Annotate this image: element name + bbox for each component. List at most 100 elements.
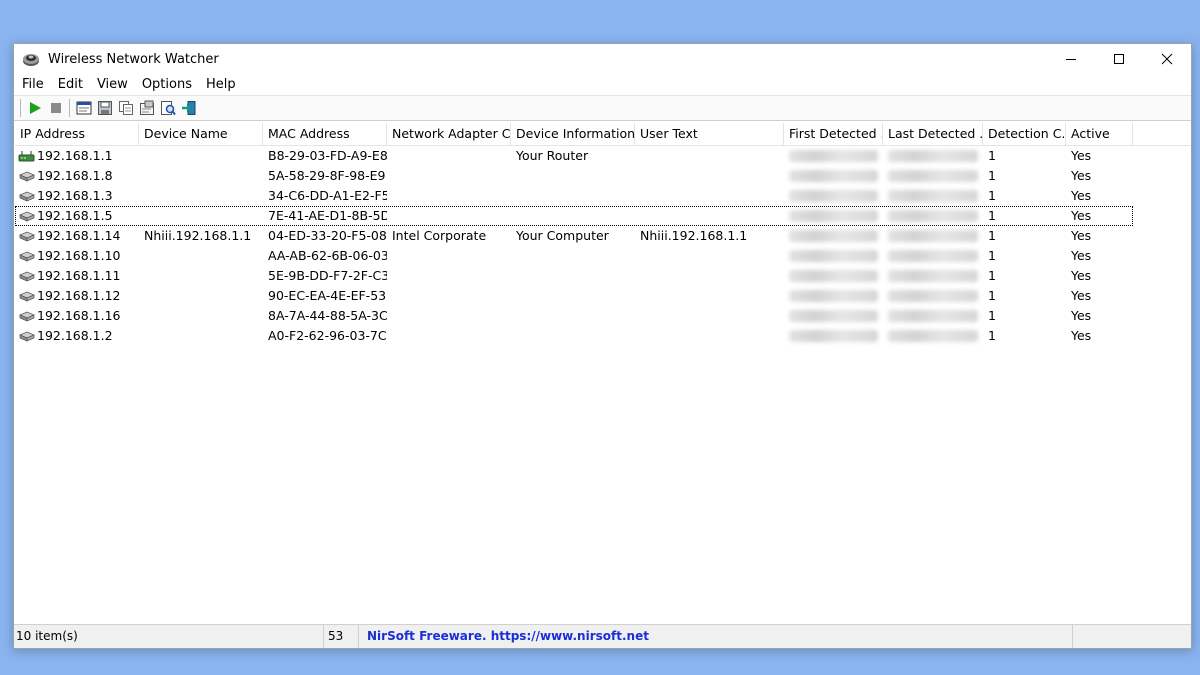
close-icon xyxy=(1161,53,1173,65)
device-icon xyxy=(19,191,35,202)
mac-address-cell: 5E-9B-DD-F7-2F-C3 xyxy=(268,268,387,283)
detection-count-cell: 1 xyxy=(988,228,996,243)
ip-address-cell: 192.168.1.14 xyxy=(15,226,139,246)
active-cell: Yes xyxy=(1071,328,1092,343)
minimize-button[interactable] xyxy=(1047,44,1095,74)
network-adapter-cell xyxy=(387,146,511,166)
device-icon xyxy=(19,251,35,262)
ip-address-cell: 192.168.1.1 xyxy=(15,146,139,166)
device-name-cell xyxy=(139,146,263,166)
first-detected-redacted xyxy=(789,290,878,302)
router-icon xyxy=(18,151,35,162)
device-name-cell xyxy=(139,266,263,286)
last-detected-redacted xyxy=(888,150,978,162)
table-row[interactable]: 192.168.1.14 Nhiii.192.168.1.1 04-ED-33-20… xyxy=(15,226,1133,246)
user-text-cell xyxy=(635,246,784,266)
ip-address-text: 192.168.1.5 xyxy=(37,208,113,223)
active-cell: Yes xyxy=(1071,228,1092,243)
table-row[interactable]: 192.168.1.12 90-EC-EA-4E-EF-53 1 Yes xyxy=(15,286,1133,306)
network-adapter-cell xyxy=(387,186,511,206)
device-information-cell: Your Computer xyxy=(516,228,609,243)
menu-view[interactable]: View xyxy=(90,77,135,92)
ip-address-text: 192.168.1.14 xyxy=(37,228,121,243)
last-detected-redacted xyxy=(888,270,978,282)
table-row[interactable]: 192.168.1.1 B8-29-03-FD-A9-E8 Your Router 1… xyxy=(15,146,1133,166)
status-item-count: 10 item(s) xyxy=(14,625,324,648)
active-cell: Yes xyxy=(1071,168,1092,183)
network-adapter-cell xyxy=(387,206,511,226)
col-user-text-header[interactable]: User Text xyxy=(635,123,784,145)
device-information-cell xyxy=(511,246,635,266)
stop-button[interactable] xyxy=(46,98,66,118)
html-report-icon xyxy=(76,101,92,115)
device-name-cell xyxy=(139,326,263,346)
ip-address-cell: 192.168.1.16 xyxy=(15,306,139,326)
last-detected-redacted xyxy=(888,170,978,182)
device-icon xyxy=(19,231,35,242)
table-row[interactable]: 192.168.1.3 34-C6-DD-A1-E2-F5 1 Yes xyxy=(15,186,1133,206)
user-text-cell xyxy=(635,166,784,186)
table-row[interactable]: 192.168.1.8 5A-58-29-8F-98-E9 1 Yes xyxy=(15,166,1133,186)
html-report-button[interactable] xyxy=(74,98,94,118)
device-information-cell xyxy=(511,326,635,346)
save-icon xyxy=(98,101,112,115)
mac-address-cell: 90-EC-EA-4E-EF-53 xyxy=(268,288,387,303)
table-row[interactable]: 192.168.1.10 AA-AB-62-6B-06-03 1 Yes xyxy=(15,246,1133,266)
maximize-button[interactable] xyxy=(1095,44,1143,74)
menu-file[interactable]: File xyxy=(14,77,51,92)
col-ip-address-header[interactable]: IP Address xyxy=(15,123,139,145)
device-name-cell: Nhiii.192.168.1.1 xyxy=(144,228,252,243)
toolbar-separator xyxy=(69,99,70,117)
detection-count-cell: 1 xyxy=(988,308,996,323)
col-device-name-header[interactable]: Device Name xyxy=(139,123,263,145)
user-text-cell xyxy=(635,206,784,226)
detection-count-cell: 1 xyxy=(988,188,996,203)
start-button[interactable] xyxy=(25,98,45,118)
device-list[interactable]: IP Address Device Name MAC Address Network … xyxy=(15,123,1190,624)
network-adapter-cell: Intel Corporate xyxy=(392,228,487,243)
exit-button[interactable] xyxy=(179,98,199,118)
device-icon xyxy=(19,311,35,322)
col-device-information-header[interactable]: Device Information xyxy=(511,123,635,145)
table-row[interactable]: 192.168.1.16 8A-7A-44-88-5A-3C 1 Yes xyxy=(15,306,1133,326)
col-network-adapter-header[interactable]: Network Adapter C... xyxy=(387,123,511,145)
device-information-cell xyxy=(511,206,635,226)
user-text-cell xyxy=(635,326,784,346)
properties-button[interactable] xyxy=(137,98,157,118)
ip-address-cell: 192.168.1.2 xyxy=(15,326,139,346)
close-button[interactable] xyxy=(1143,44,1191,74)
table-row[interactable]: 192.168.1.5 7E-41-AE-D1-8B-5D 1 Yes xyxy=(15,206,1133,226)
copy-button[interactable] xyxy=(116,98,136,118)
title-bar[interactable]: Wireless Network Watcher xyxy=(14,44,1191,74)
nirsoft-link[interactable]: NirSoft Freeware. https://www.nirsoft.ne… xyxy=(367,629,649,643)
col-detection-count-header[interactable]: Detection C... xyxy=(983,123,1066,145)
status-bar: 10 item(s) 53 NirSoft Freeware. https://… xyxy=(14,624,1191,648)
network-adapter-cell xyxy=(387,246,511,266)
window-title: Wireless Network Watcher xyxy=(48,51,219,67)
copy-icon xyxy=(119,101,133,115)
device-name-cell xyxy=(139,306,263,326)
table-row[interactable]: 192.168.1.11 5E-9B-DD-F7-2F-C3 1 Yes xyxy=(15,266,1133,286)
active-cell: Yes xyxy=(1071,148,1092,163)
save-button[interactable] xyxy=(95,98,115,118)
col-first-detected-header[interactable]: First Detected ... xyxy=(784,123,883,145)
last-detected-redacted xyxy=(888,310,978,322)
find-button[interactable] xyxy=(158,98,178,118)
first-detected-redacted xyxy=(789,150,878,162)
ip-address-text: 192.168.1.3 xyxy=(37,188,113,203)
menu-options[interactable]: Options xyxy=(135,77,199,92)
col-active-header[interactable]: Active xyxy=(1066,123,1133,145)
network-adapter-cell xyxy=(387,326,511,346)
mac-address-cell: 04-ED-33-20-F5-08 xyxy=(268,228,387,243)
col-last-detected-header[interactable]: Last Detected ... xyxy=(883,123,983,145)
properties-icon xyxy=(140,100,154,115)
menu-edit[interactable]: Edit xyxy=(51,77,90,92)
menu-bar: File Edit View Options Help xyxy=(14,74,1191,96)
table-row[interactable]: 192.168.1.2 A0-F2-62-96-03-7C 1 Yes xyxy=(15,326,1133,346)
col-mac-address-header[interactable]: MAC Address xyxy=(263,123,387,145)
ip-address-text: 192.168.1.1 xyxy=(37,148,113,163)
play-icon xyxy=(30,102,41,114)
active-cell: Yes xyxy=(1071,188,1092,203)
menu-help[interactable]: Help xyxy=(199,77,243,92)
first-detected-redacted xyxy=(789,210,878,222)
